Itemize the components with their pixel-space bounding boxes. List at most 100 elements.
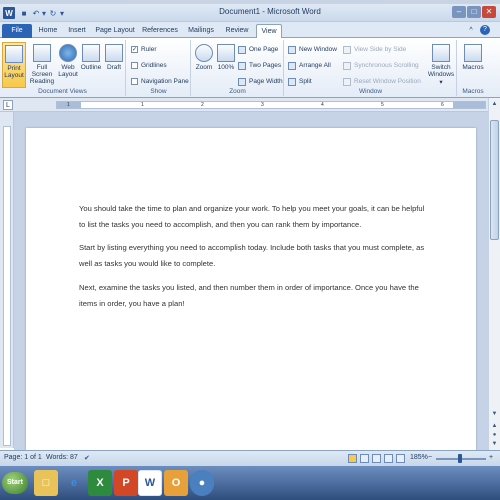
full-screen-view-icon[interactable] <box>360 454 369 463</box>
ruler-number: 3 <box>261 102 264 108</box>
web-layout-label-2: Layout <box>58 71 78 78</box>
gridlines-checkbox[interactable]: Gridlines <box>131 60 167 71</box>
tab-file[interactable]: File <box>2 24 32 38</box>
scroll-up-icon[interactable]: ▲ <box>490 100 499 109</box>
word-icon[interactable]: W <box>138 470 162 496</box>
redo-icon[interactable]: ↻ <box>48 7 58 19</box>
tab-references[interactable]: References <box>140 24 180 38</box>
title-bar: W ■ ↶ ▾ ↻ ▾ Document1 - Microsoft Word –… <box>0 4 500 22</box>
customize-toolbar-icon[interactable]: ▾ <box>59 7 65 19</box>
macros-group: Macros Macros <box>458 40 488 96</box>
two-pages-button[interactable]: Two Pages <box>238 60 281 71</box>
tab-view[interactable]: View <box>256 24 282 38</box>
paragraph[interactable]: Next, examine the tasks you listed, and … <box>79 280 429 311</box>
scroll-down-icon[interactable]: ▼ <box>490 410 499 419</box>
view-side-by-side-button[interactable]: View Side by Side <box>343 44 406 55</box>
zoom-in-icon[interactable]: + <box>489 454 493 461</box>
ruler-number: 4 <box>321 102 324 108</box>
switch-windows-icon <box>432 44 450 62</box>
macros-button[interactable]: Macros <box>460 42 486 88</box>
switch-windows-button[interactable]: Switch Windows ▾ <box>427 42 455 88</box>
web-layout-view-icon[interactable] <box>372 454 381 463</box>
word-logo-icon[interactable]: W <box>3 7 15 19</box>
next-page-icon[interactable]: ▼ <box>490 440 499 449</box>
full-screen-label-1: Full Screen <box>31 64 53 78</box>
vertical-scrollbar[interactable]: ▲ ▼ ▲ ● ▼ <box>488 98 500 450</box>
start-button[interactable]: Start <box>2 472 28 494</box>
reset-window-position-button[interactable]: Reset Window Position <box>343 76 421 87</box>
tab-insert[interactable]: Insert <box>64 24 90 38</box>
page-count[interactable]: Page: 1 of 1 <box>4 454 42 461</box>
horizontal-ruler[interactable]: 1 1 2 3 4 5 6 <box>56 101 486 109</box>
previous-page-icon[interactable]: ▲ <box>490 422 499 431</box>
tab-mailings[interactable]: Mailings <box>184 24 218 38</box>
arrange-all-icon <box>288 61 296 70</box>
powerpoint-icon[interactable]: P <box>114 470 138 496</box>
ruler-right-margin <box>453 102 485 108</box>
minimize-button[interactable]: – <box>452 6 466 18</box>
ruler-number: 1 <box>141 102 144 108</box>
zoom-100-button[interactable]: 100% <box>216 42 236 88</box>
paragraph[interactable]: You should take the time to plan and org… <box>79 201 429 232</box>
synchronous-scrolling-button[interactable]: Synchronous Scrolling <box>343 60 419 71</box>
macros-icon <box>464 44 482 62</box>
proofing-icon[interactable]: ✔ <box>84 454 90 462</box>
zoom-button[interactable]: Zoom <box>194 42 214 88</box>
web-layout-label-1: Web <box>61 64 75 71</box>
minimize-ribbon-icon[interactable]: ^ <box>466 24 476 38</box>
draft-view-icon[interactable] <box>396 454 405 463</box>
save-icon[interactable]: ■ <box>19 7 29 19</box>
ruler-label: Ruler <box>141 46 157 53</box>
zoom-slider-knob[interactable] <box>458 454 462 463</box>
ruler-checkbox[interactable]: ✓ Ruler <box>131 44 157 55</box>
word-count[interactable]: Words: 87 <box>46 454 78 461</box>
tab-home[interactable]: Home <box>36 24 60 38</box>
scrollbar-thumb[interactable] <box>490 120 499 240</box>
outlook-icon[interactable]: O <box>164 470 188 496</box>
full-screen-label-2: Reading <box>29 78 55 85</box>
tab-page-layout[interactable]: Page Layout <box>94 24 136 38</box>
help-icon[interactable]: ? <box>480 25 490 35</box>
vertical-ruler-bar[interactable] <box>3 126 11 446</box>
tab-selector[interactable]: L <box>3 100 13 110</box>
taskbar: Start □ e X P W O ● <box>0 466 500 500</box>
outline-button[interactable]: Outline <box>80 42 102 88</box>
zoom-out-icon[interactable]: − <box>428 454 432 461</box>
internet-explorer-icon[interactable]: e <box>62 470 86 496</box>
maximize-button[interactable]: □ <box>467 6 481 18</box>
undo-icon[interactable]: ↶ <box>31 7 41 19</box>
print-layout-view-icon[interactable] <box>348 454 357 463</box>
folder-icon[interactable]: □ <box>34 470 58 496</box>
media-icon[interactable]: ● <box>190 470 214 496</box>
ruler-number: 5 <box>381 102 384 108</box>
navigation-pane-checkbox[interactable]: Navigation Pane <box>131 76 189 87</box>
document-page[interactable]: You should take the time to plan and org… <box>26 128 476 450</box>
close-button[interactable]: ✕ <box>482 6 496 18</box>
horizontal-ruler-row: L 1 1 2 3 4 5 6 <box>0 98 500 112</box>
browse-object-icon[interactable]: ● <box>490 431 499 440</box>
one-page-button[interactable]: One Page <box>238 44 278 55</box>
synchronous-scrolling-label: Synchronous Scrolling <box>354 62 419 69</box>
zoom-level[interactable]: 185% <box>410 454 428 461</box>
print-layout-button[interactable]: Print Layout <box>2 42 26 88</box>
web-layout-icon <box>59 44 77 62</box>
document-area: You should take the time to plan and org… <box>14 112 488 450</box>
web-layout-button[interactable]: Web Layout <box>58 42 78 88</box>
draft-button[interactable]: Draft <box>104 42 124 88</box>
outline-view-icon[interactable] <box>384 454 393 463</box>
undo-dropdown-icon[interactable]: ▾ <box>41 7 47 19</box>
new-window-button[interactable]: New Window <box>288 44 337 55</box>
arrange-all-button[interactable]: Arrange All <box>288 60 331 71</box>
split-button[interactable]: Split <box>288 76 312 87</box>
document-views-group: Print Layout Full Screen Reading Web Lay… <box>0 40 126 96</box>
page-width-icon <box>238 77 246 86</box>
split-icon <box>288 77 296 86</box>
new-window-icon <box>288 45 296 54</box>
paragraph[interactable]: Start by listing everything you need to … <box>79 240 429 271</box>
document-views-label: Document Views <box>38 88 87 95</box>
tab-review[interactable]: Review <box>222 24 252 38</box>
view-side-by-side-icon <box>343 45 351 54</box>
page-width-button[interactable]: Page Width <box>238 76 283 87</box>
full-screen-reading-button[interactable]: Full Screen Reading <box>27 42 57 88</box>
excel-icon[interactable]: X <box>88 470 112 496</box>
